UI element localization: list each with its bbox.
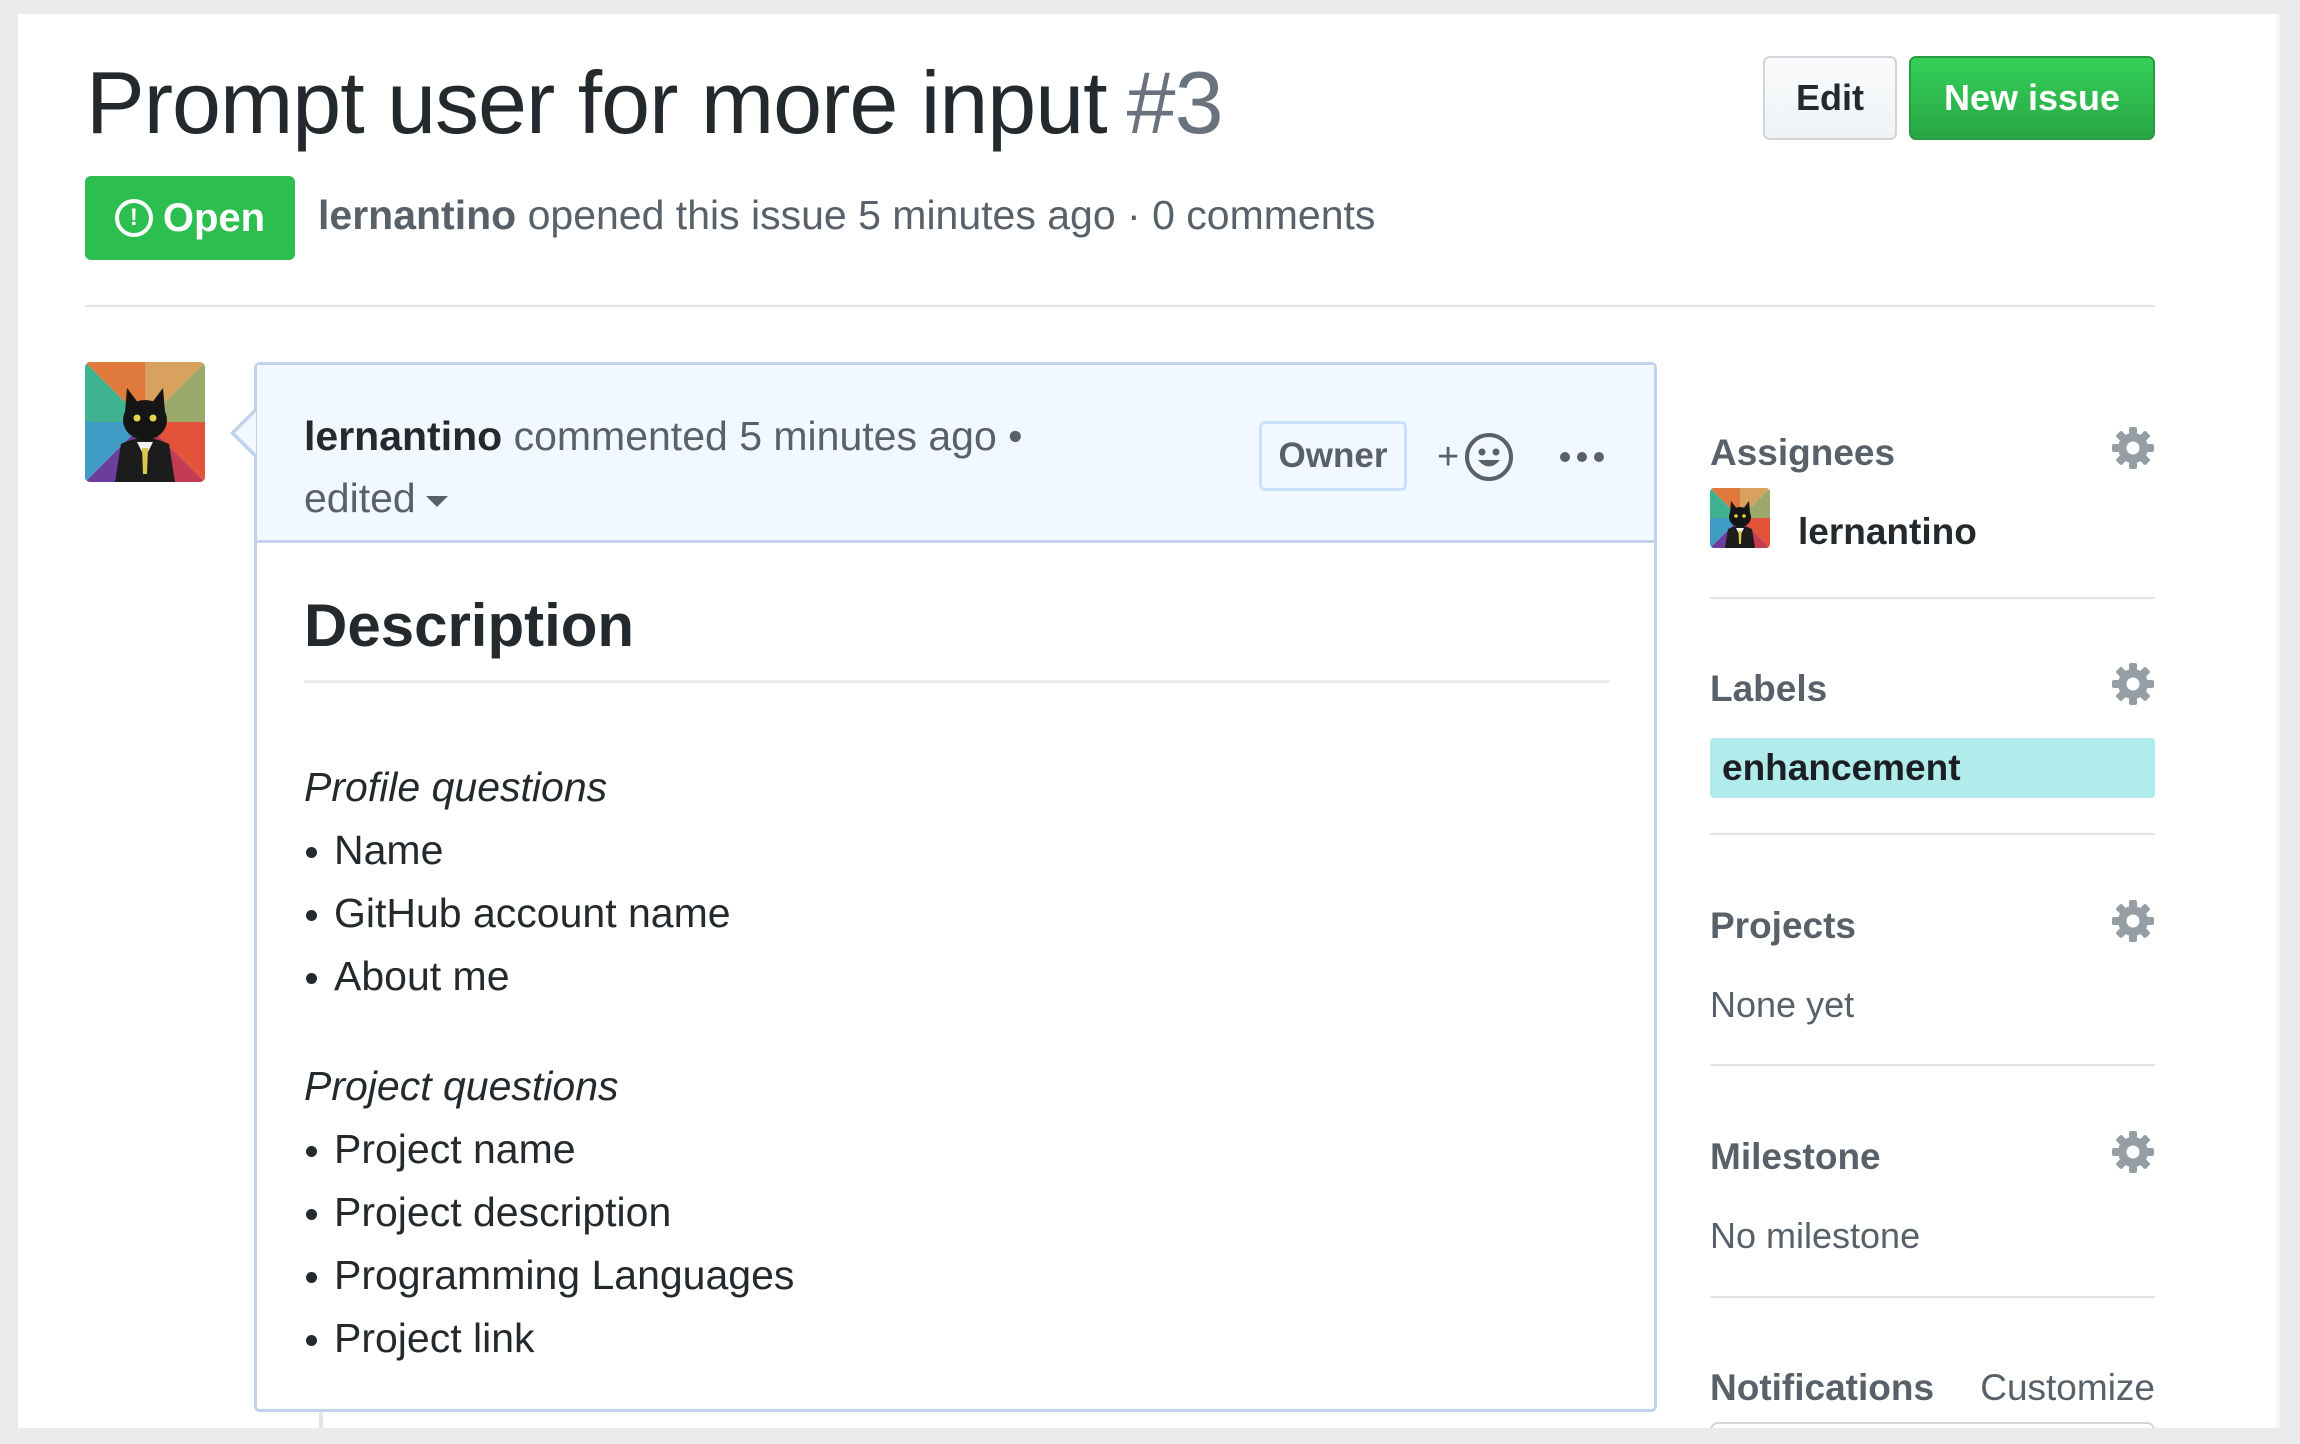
comment-author-link[interactable]: lernantino bbox=[304, 413, 502, 459]
gear-icon[interactable] bbox=[2111, 662, 2155, 706]
list-item: About me bbox=[304, 945, 731, 1008]
comment-header: lernantino commented 5 minutes ago • edi… bbox=[257, 365, 1654, 543]
issue-meta-text: opened this issue 5 minutes ago · 0 comm… bbox=[527, 192, 1376, 238]
list-item: Project link bbox=[304, 1307, 794, 1370]
subscribe-button-partial[interactable] bbox=[1710, 1422, 2155, 1428]
issue-comment: lernantino commented 5 minutes ago • edi… bbox=[254, 362, 1657, 1412]
section-title: Project questions bbox=[304, 1063, 619, 1109]
issue-opened-icon: ! bbox=[114, 199, 153, 237]
comment-meta: lernantino commented 5 minutes ago • bbox=[304, 413, 1023, 460]
sidebar-divider bbox=[1710, 833, 2155, 835]
sidebar-divider bbox=[1710, 1064, 2155, 1066]
kebab-horizontal-icon bbox=[1560, 452, 1604, 462]
milestone-heading: Milestone bbox=[1710, 1136, 1881, 1177]
issue-title-text: Prompt user for more input bbox=[86, 53, 1108, 152]
list-item: GitHub account name bbox=[304, 882, 731, 945]
list-item: Project description bbox=[304, 1181, 794, 1244]
smiley-icon bbox=[1465, 433, 1514, 481]
edited-label: edited bbox=[304, 475, 416, 521]
cat-avatar-icon bbox=[85, 362, 205, 482]
customize-link[interactable]: Customize bbox=[1980, 1367, 2155, 1409]
projects-section: Projects bbox=[1710, 900, 2155, 955]
labels-heading: Labels bbox=[1710, 668, 1828, 709]
notifications-heading: Notifications bbox=[1710, 1367, 1935, 1408]
list-item: Name bbox=[304, 819, 731, 882]
assignee-name-link[interactable]: lernantino bbox=[1798, 511, 1977, 553]
issue-state-label: Open bbox=[162, 195, 266, 240]
cat-avatar-icon bbox=[1710, 488, 1770, 548]
gear-icon[interactable] bbox=[2111, 899, 2155, 943]
project-questions-section: Project questions Project name Project d… bbox=[304, 1054, 794, 1370]
sidebar-divider bbox=[1710, 597, 2155, 599]
sidebar-divider bbox=[1710, 1296, 2155, 1298]
issue-title: Prompt user for more input #3 bbox=[86, 52, 1224, 154]
gear-icon[interactable] bbox=[2111, 1130, 2155, 1174]
plus-sign: + bbox=[1437, 435, 1460, 478]
issue-number: #3 bbox=[1126, 53, 1224, 152]
description-heading: Description bbox=[304, 591, 1610, 683]
milestone-section: Milestone bbox=[1710, 1131, 2155, 1186]
owner-badge: Owner bbox=[1259, 421, 1407, 491]
edit-button[interactable]: Edit bbox=[1763, 56, 1897, 140]
label-enhancement[interactable]: enhancement bbox=[1710, 738, 2155, 798]
list-item: Programming Languages bbox=[304, 1244, 794, 1307]
issue-author-link[interactable]: lernantino bbox=[318, 192, 516, 238]
edited-dropdown[interactable]: edited bbox=[304, 475, 448, 522]
browser-frame: Prompt user for more input #3 Edit New is… bbox=[18, 14, 2280, 1428]
author-avatar[interactable] bbox=[85, 362, 205, 482]
profile-questions-section: Profile questions Name GitHub account na… bbox=[304, 755, 731, 1008]
caret-down-icon bbox=[425, 495, 448, 507]
add-reaction-button[interactable]: + bbox=[1437, 425, 1515, 489]
new-issue-button[interactable]: New issue bbox=[1909, 56, 2155, 140]
list-item: Project name bbox=[304, 1118, 794, 1181]
window-edge bbox=[2274, 14, 2280, 1428]
assignee-avatar[interactable] bbox=[1710, 488, 1770, 548]
more-actions-button[interactable] bbox=[1552, 425, 1612, 489]
header-divider bbox=[85, 305, 2155, 307]
assignees-heading: Assignees bbox=[1710, 432, 1896, 473]
notifications-section: Notifications Customize bbox=[1710, 1367, 2155, 1417]
projects-heading: Projects bbox=[1710, 905, 1857, 946]
assignees-section: Assignees bbox=[1710, 427, 2155, 482]
projects-value: None yet bbox=[1710, 984, 1855, 1025]
comment-pointer-fill bbox=[235, 412, 256, 454]
milestone-value: No milestone bbox=[1710, 1215, 1921, 1256]
gear-icon[interactable] bbox=[2111, 426, 2155, 470]
timeline-line bbox=[319, 1412, 323, 1428]
comment-action-text: commented 5 minutes ago • bbox=[513, 413, 1023, 459]
section-title: Profile questions bbox=[304, 764, 608, 810]
issue-state-badge: ! Open bbox=[85, 176, 295, 260]
issue-meta: lernantino opened this issue 5 minutes a… bbox=[318, 192, 1375, 239]
labels-section: Labels bbox=[1710, 663, 2155, 718]
